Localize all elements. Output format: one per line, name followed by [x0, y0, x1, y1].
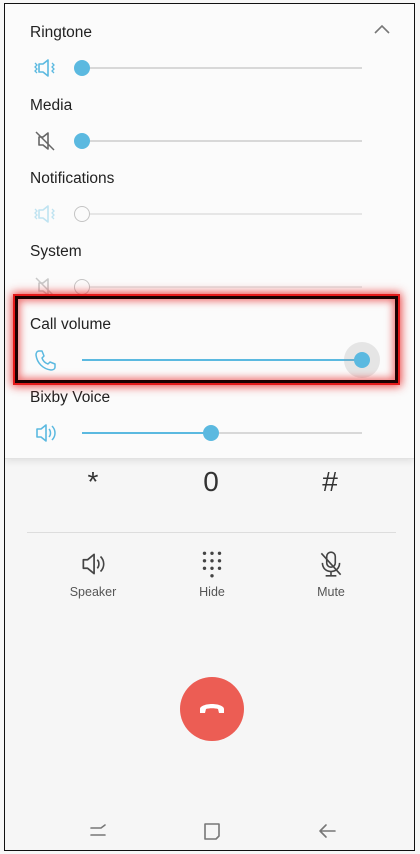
ringtone-slider[interactable]	[74, 60, 362, 76]
hide-button[interactable]: Hide	[172, 549, 252, 599]
mute-icon	[35, 277, 55, 297]
volume-label-media: Media	[30, 97, 73, 114]
call-volume-slider-thumb[interactable]	[354, 352, 370, 368]
volume-row-media: Media	[5, 97, 414, 169]
speaker-label: Speaker	[69, 585, 117, 599]
system-slider-thumb	[74, 279, 90, 295]
microphone-off-icon	[320, 551, 342, 577]
volume-row-call-volume: Call volume	[5, 316, 414, 388]
volume-row-ringtone: Ringtone	[5, 24, 414, 96]
navigation-bar	[5, 814, 414, 850]
bixby-voice-slider-fill	[82, 432, 211, 434]
end-call-icon	[200, 704, 224, 713]
end-call-button[interactable]	[180, 677, 244, 741]
mute-label: Mute	[317, 585, 345, 599]
mute-button[interactable]: Mute	[291, 549, 371, 599]
phone-icon[interactable]	[31, 346, 59, 374]
mute-icon[interactable]	[31, 127, 59, 155]
divider	[27, 532, 396, 533]
dialpad-key-zero[interactable]: 0	[181, 466, 241, 498]
dialpad-row: * 0 #	[5, 466, 414, 516]
system-slider	[74, 279, 362, 295]
speaker-icon[interactable]	[31, 419, 59, 447]
volume-label-ringtone: Ringtone	[30, 24, 93, 41]
keypad-icon	[202, 551, 222, 578]
vibrate-icon	[34, 205, 55, 223]
call-volume-slider-fill	[82, 359, 362, 361]
volume-row-system: System	[5, 243, 414, 315]
volume-label-notifications: Notifications	[30, 170, 115, 187]
volume-row-bixby-voice: Bixby Voice	[5, 389, 414, 461]
media-slider[interactable]	[74, 133, 362, 149]
home-icon[interactable]	[197, 816, 227, 846]
volume-label-bixby-voice: Bixby Voice	[30, 389, 111, 406]
volume-panel: Ringtone Media Notifications System Call…	[5, 4, 414, 459]
phone-screen: Ringtone Media Notifications System Call…	[4, 3, 415, 851]
volume-label-system: System	[30, 243, 82, 260]
speaker-icon	[82, 553, 105, 575]
volume-label-call-volume: Call volume	[30, 316, 111, 333]
media-slider-thumb[interactable]	[74, 133, 90, 149]
call-volume-slider[interactable]	[82, 352, 370, 368]
bixby-voice-slider-thumb[interactable]	[202, 425, 219, 441]
dialpad-key-star[interactable]: *	[63, 466, 123, 498]
hide-label: Hide	[199, 585, 225, 599]
volume-row-notifications: Notifications	[5, 170, 414, 242]
notifications-slider	[74, 206, 362, 222]
bixby-voice-slider[interactable]	[82, 425, 362, 441]
ringtone-slider-thumb[interactable]	[74, 60, 90, 76]
speaker-button[interactable]: Speaker	[53, 549, 133, 599]
notifications-slider-thumb	[74, 206, 90, 222]
recents-icon[interactable]	[83, 816, 113, 846]
vibrate-icon[interactable]	[31, 54, 59, 82]
back-icon[interactable]	[312, 816, 342, 846]
dialpad-key-hash[interactable]: #	[300, 466, 360, 498]
